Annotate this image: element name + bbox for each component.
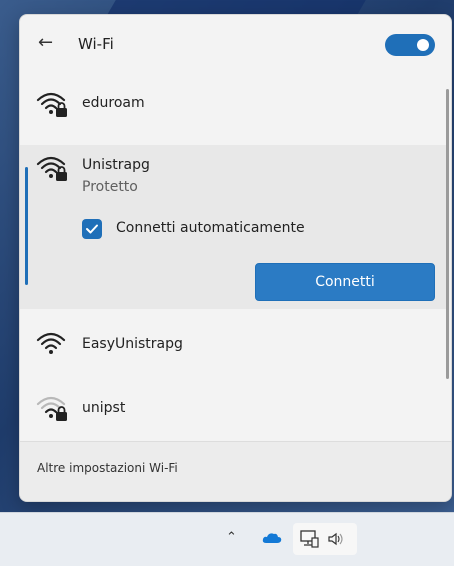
network-item-unistrapg[interactable]: Unistrapg Protetto Connetti automaticame… — [20, 145, 446, 309]
toggle-knob — [417, 39, 429, 51]
network-name: eduroam — [82, 95, 145, 111]
auto-connect-checkbox[interactable] — [82, 219, 102, 239]
chevron-up-icon[interactable]: ⌃ — [226, 530, 237, 545]
network-monitor-icon — [300, 530, 319, 548]
wifi-flyout: ← Wi-Fi eduroam Unistrapg Protetto Conne… — [19, 14, 452, 502]
more-wifi-settings-link[interactable]: Altre impostazioni Wi-Fi — [37, 461, 178, 475]
network-status: Protetto — [82, 179, 138, 195]
speaker-icon — [328, 532, 343, 546]
onedrive-cloud-icon[interactable] — [262, 532, 282, 544]
page-title: Wi-Fi — [78, 35, 114, 53]
network-volume-tray[interactable] — [293, 523, 357, 555]
taskbar: ⌃ — [0, 512, 454, 566]
wifi-weak-secured-icon — [36, 396, 67, 421]
scrollbar-thumb[interactable] — [446, 89, 449, 379]
network-item-eduroam[interactable]: eduroam — [20, 81, 430, 127]
flyout-header: ← Wi-Fi — [20, 15, 451, 73]
network-name: EasyUnistrapg — [82, 336, 183, 352]
flyout-footer: Altre impostazioni Wi-Fi — [20, 442, 451, 501]
wifi-secured-icon — [36, 156, 67, 181]
selection-indicator — [25, 167, 28, 285]
back-arrow-icon[interactable]: ← — [38, 33, 53, 53]
scrollbar[interactable] — [446, 77, 450, 379]
wifi-toggle[interactable] — [385, 34, 435, 56]
network-name: unipst — [82, 400, 126, 416]
network-name: Unistrapg — [82, 157, 150, 173]
checkmark-icon — [86, 224, 98, 234]
network-item-easyunistrapg[interactable]: EasyUnistrapg — [20, 319, 430, 369]
connect-button[interactable]: Connetti — [255, 263, 435, 301]
wifi-icon — [36, 332, 66, 354]
auto-connect-label: Connetti automaticamente — [116, 220, 305, 236]
wifi-secured-icon — [36, 92, 67, 117]
network-item-unipst[interactable]: unipst — [20, 385, 430, 433]
